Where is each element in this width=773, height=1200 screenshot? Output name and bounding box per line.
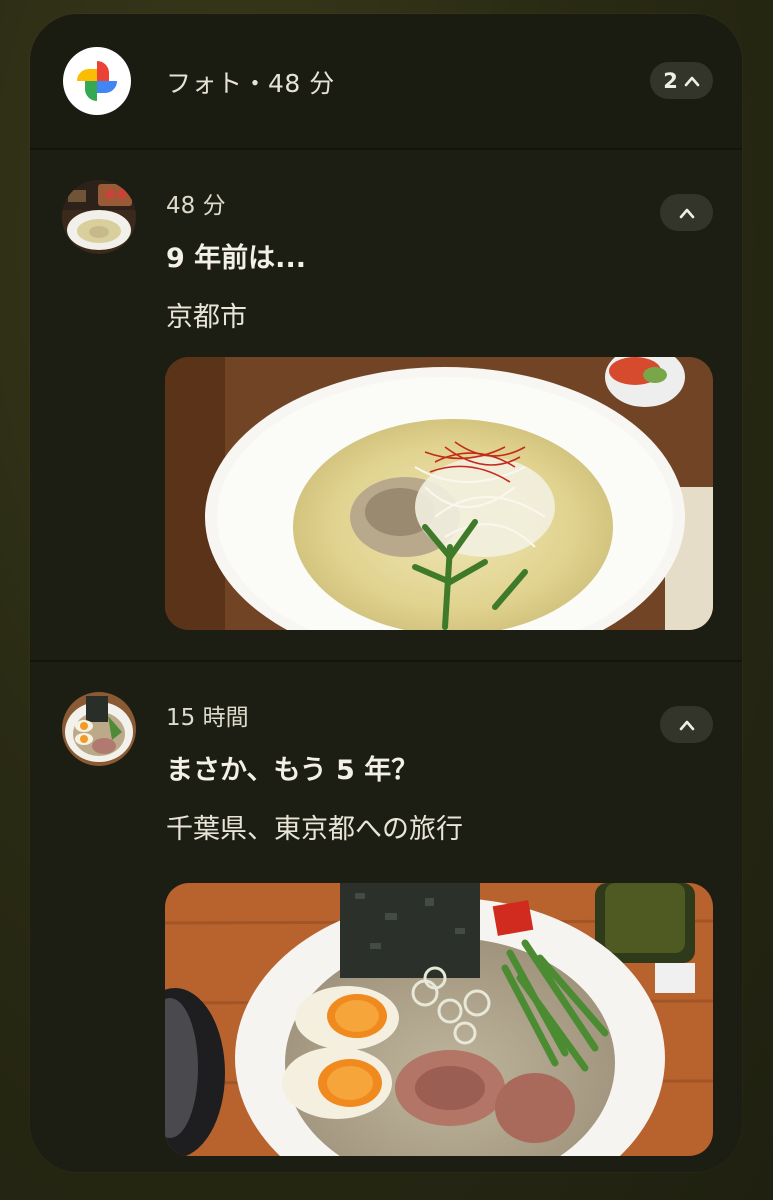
notification-group-card[interactable]: フォト・48 分 2 48 分 9 年前は... 京都市 15 時間 まさか、も… <box>30 14 742 1172</box>
group-count: 2 <box>663 68 678 93</box>
chevron-up-icon <box>679 720 694 730</box>
group-expand-button[interactable]: 2 <box>650 62 713 99</box>
collapse-button[interactable] <box>660 706 713 743</box>
notification-group-header[interactable]: フォト・48 分 2 <box>30 14 742 148</box>
avatar <box>62 180 136 254</box>
ramen-bowl-image[interactable] <box>165 883 713 1156</box>
notification-time: 15 時間 <box>166 705 249 731</box>
notification-subtitle: 京都市 <box>166 302 247 333</box>
avatar <box>62 692 136 766</box>
app-name-and-time: フォト・48 分 <box>166 69 335 98</box>
google-photos-pinwheel-icon <box>63 47 131 115</box>
ramen-bowl-image[interactable] <box>165 357 713 630</box>
notification-subtitle: 千葉県、東京都への旅行 <box>166 814 463 845</box>
notification-item[interactable]: 15 時間 まさか、もう 5 年？ 千葉県、東京都への旅行 <box>30 662 742 1172</box>
notification-item[interactable]: 48 分 9 年前は... 京都市 <box>30 150 742 660</box>
notification-title: 9 年前は... <box>166 243 306 274</box>
collapse-button[interactable] <box>660 194 713 231</box>
notification-time: 48 分 <box>166 193 226 219</box>
notification-title: まさか、もう 5 年？ <box>166 755 419 786</box>
chevron-up-icon <box>684 76 700 86</box>
chevron-up-icon <box>679 208 694 218</box>
